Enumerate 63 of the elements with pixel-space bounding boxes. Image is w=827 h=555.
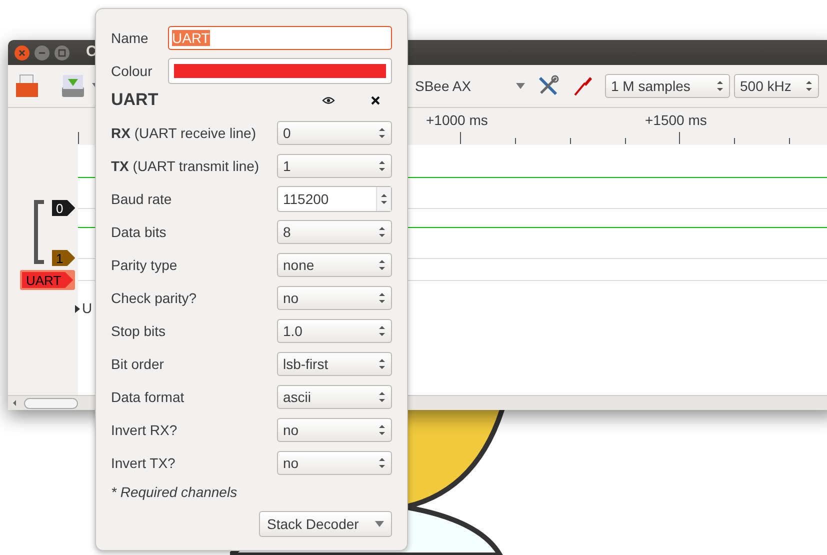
device-select[interactable]: SBee AX xyxy=(415,76,472,96)
probe-icon[interactable] xyxy=(573,75,593,97)
ruler-label: +1500 ms xyxy=(645,111,707,130)
tools-icon[interactable] xyxy=(537,75,559,97)
required-note: * Required channels xyxy=(111,483,238,502)
spin-arrows-icon xyxy=(378,226,386,238)
field-label: Stop bits xyxy=(111,322,166,341)
field-label: Invert RX? xyxy=(111,420,178,440)
name-label: Name xyxy=(111,28,148,48)
rate-spinbox[interactable]: 500 kHz xyxy=(734,74,819,98)
channel-tag[interactable]: 0 xyxy=(52,200,76,216)
option-select[interactable]: 1.0 xyxy=(277,319,392,343)
spin-arrows-icon xyxy=(378,160,386,172)
spin-arrows-icon xyxy=(378,424,386,436)
folder-icon[interactable] xyxy=(14,73,40,99)
ruler-label: +1000 ms xyxy=(426,111,488,130)
option-select[interactable]: no xyxy=(277,418,392,442)
decoder-tag[interactable]: UART xyxy=(22,272,74,288)
field-label: Bit order xyxy=(111,354,164,374)
spin-arrows-icon xyxy=(378,358,386,370)
option-select[interactable]: no xyxy=(277,286,392,310)
spin-arrows-icon xyxy=(716,80,724,92)
spin-arrows-icon xyxy=(380,193,388,205)
spin-arrows-icon xyxy=(378,457,386,469)
option-select[interactable]: 1 xyxy=(277,154,392,178)
eye-icon[interactable] xyxy=(322,96,335,104)
option-select[interactable]: 8 xyxy=(277,220,392,244)
scrollbar-thumb[interactable] xyxy=(24,398,78,408)
dropdown-caret-icon xyxy=(375,521,384,527)
spin-arrows-icon xyxy=(378,391,386,403)
field-label: Parity type xyxy=(111,256,178,275)
group-bracket xyxy=(34,200,44,264)
spin-arrows-icon xyxy=(378,259,386,271)
expand-arrow-icon[interactable] xyxy=(75,304,80,312)
colour-button[interactable] xyxy=(168,58,392,84)
close-icon[interactable] xyxy=(371,96,380,104)
spin-arrows-icon xyxy=(378,325,386,337)
option-select[interactable]: none xyxy=(277,253,392,277)
option-select[interactable]: 0 xyxy=(277,121,392,145)
field-label: Check parity? xyxy=(111,288,197,308)
dropdown-caret-icon[interactable] xyxy=(516,83,525,89)
field-label: Baud rate xyxy=(111,190,172,208)
field-label: TX (UART transmit line) xyxy=(111,156,260,176)
decoder-row-label: U xyxy=(82,299,92,318)
decoder-title: UART xyxy=(111,89,160,112)
option-select[interactable]: ascii xyxy=(277,385,392,409)
field-label: Data bits xyxy=(111,222,166,242)
spin-arrows-icon xyxy=(378,292,386,304)
baud-rate-spinbox[interactable]: 115200 xyxy=(277,186,392,212)
channel-tag[interactable]: 1 xyxy=(52,250,76,266)
field-label: Invert TX? xyxy=(111,454,176,472)
colour-label: Colour xyxy=(111,62,152,80)
field-label: Data format xyxy=(111,388,184,406)
spin-arrows-icon xyxy=(805,80,813,92)
spin-arrows-icon xyxy=(378,127,386,139)
maximize-icon[interactable] xyxy=(54,44,70,60)
option-select[interactable]: no xyxy=(277,451,392,475)
field-label: RX (UART receive line) xyxy=(111,124,256,143)
samples-spinbox[interactable]: 1 M samples xyxy=(605,74,730,98)
minimize-icon[interactable] xyxy=(34,44,50,60)
download-icon[interactable] xyxy=(60,73,86,99)
option-select[interactable]: lsb-first xyxy=(277,352,392,376)
stack-decoder-button[interactable]: Stack Decoder xyxy=(259,511,392,537)
